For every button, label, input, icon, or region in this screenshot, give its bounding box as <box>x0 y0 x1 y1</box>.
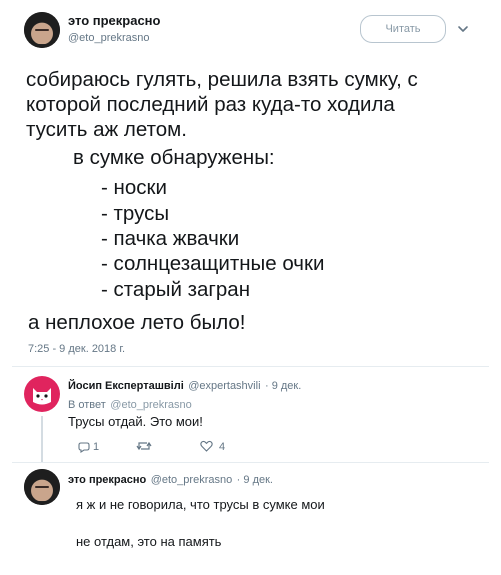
tweet-list-item: - трусы <box>101 202 170 225</box>
like-icon[interactable] <box>200 440 213 452</box>
reply-avatar[interactable] <box>24 469 60 505</box>
retweet-icon[interactable] <box>136 440 152 452</box>
tweet-text-line: которой последний раз куда-то ходила <box>26 93 395 116</box>
tweet-text-line: в сумке обнаружены: <box>73 146 275 169</box>
reply-author-name[interactable]: это прекрасно <box>68 474 146 486</box>
tweet-timestamp[interactable]: 7:25 - 9 дек. 2018 г. <box>28 343 125 355</box>
chevron-down-icon[interactable] <box>457 24 469 34</box>
reply-date[interactable]: · 9 дек. <box>237 474 273 486</box>
reply-icon[interactable] <box>78 441 90 453</box>
reply-header: Йосип Експерташвілі @expertashvili · 9 д… <box>68 376 301 394</box>
reply-avatar[interactable] <box>24 376 60 412</box>
divider <box>12 366 489 367</box>
avatar-hood <box>24 469 60 505</box>
tweet-text-line: а неплохое лето было! <box>28 311 246 334</box>
reply-text: я ж и не говорила, что трусы в сумке мои <box>76 497 325 512</box>
reply-header: это прекрасно @eto_prekrasno · 9 дек. <box>68 470 273 488</box>
cat-face-icon <box>33 388 51 405</box>
divider <box>12 462 489 463</box>
tweet-list-item: - пачка жвачки <box>101 227 240 250</box>
reply-text: Трусы отдай. Это мои! <box>68 414 203 429</box>
reply-date[interactable]: · 9 дек. <box>265 380 301 392</box>
in-reply-handle[interactable]: @eto_prekrasno <box>110 399 192 411</box>
reply-text: не отдам, это на память <box>76 534 222 549</box>
author-name[interactable]: это прекрасно <box>68 13 160 28</box>
reply-author-handle[interactable]: @expertashvili <box>188 380 260 392</box>
avatar-hood <box>24 12 60 48</box>
reply-count: 1 <box>93 441 100 453</box>
reply-author-handle[interactable]: @eto_prekrasno <box>151 474 233 486</box>
author-handle[interactable]: @eto_prekrasno <box>68 32 150 44</box>
tweet-text-line: собираюсь гулять, решила взять сумку, с <box>26 68 418 91</box>
author-avatar[interactable] <box>24 12 60 48</box>
in-reply-prefix: В ответ <box>68 399 106 411</box>
like-count: 4 <box>219 441 226 453</box>
follow-button[interactable]: Читать <box>360 15 446 43</box>
tweet-list-item: - солнцезащитные очки <box>101 252 325 275</box>
tweet-list-item: - носки <box>101 176 167 199</box>
in-reply-to: В ответ @eto_prekrasno <box>68 395 192 413</box>
tweet-text-line: тусить аж летом. <box>26 118 187 141</box>
thread-line <box>41 416 43 462</box>
reply-author-name[interactable]: Йосип Експерташвілі <box>68 380 184 392</box>
tweet-list-item: - старый загран <box>101 278 251 301</box>
